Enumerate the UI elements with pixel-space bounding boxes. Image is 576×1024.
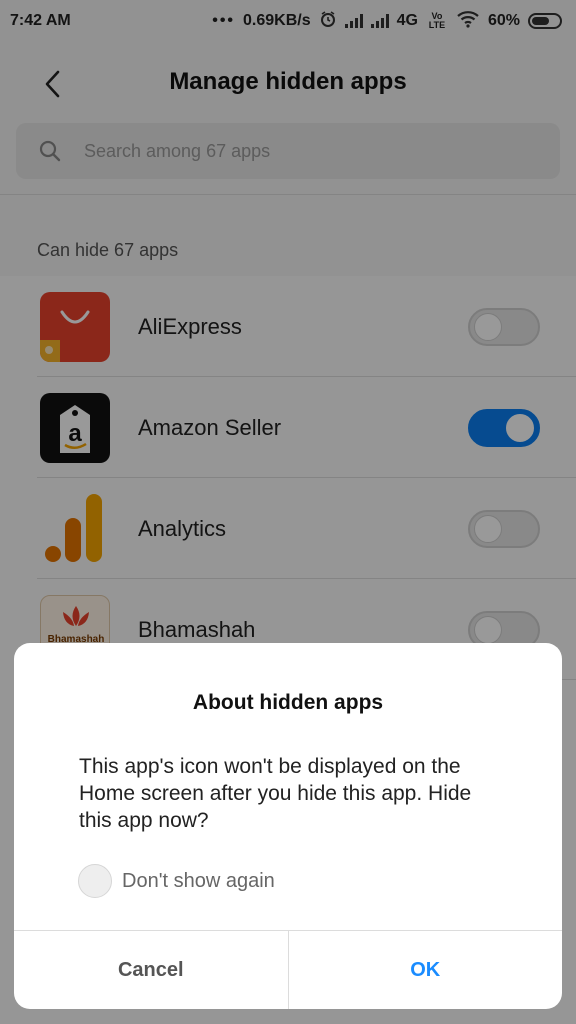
- ok-button[interactable]: OK: [289, 931, 563, 1009]
- dialog-title: About hidden apps: [192, 691, 384, 714]
- dialog-message: This app's icon won't be displayed on th…: [79, 755, 472, 832]
- checkbox-label: Don't show again: [122, 869, 275, 892]
- dialog-buttons: Cancel OK: [14, 930, 562, 1009]
- dont-show-again-checkbox[interactable]: Don't show again: [78, 864, 275, 898]
- checkbox-circle-icon[interactable]: [78, 864, 112, 898]
- hidden-apps-dialog: About hidden apps This app's icon won't …: [14, 643, 562, 1009]
- cancel-button[interactable]: Cancel: [14, 931, 289, 1009]
